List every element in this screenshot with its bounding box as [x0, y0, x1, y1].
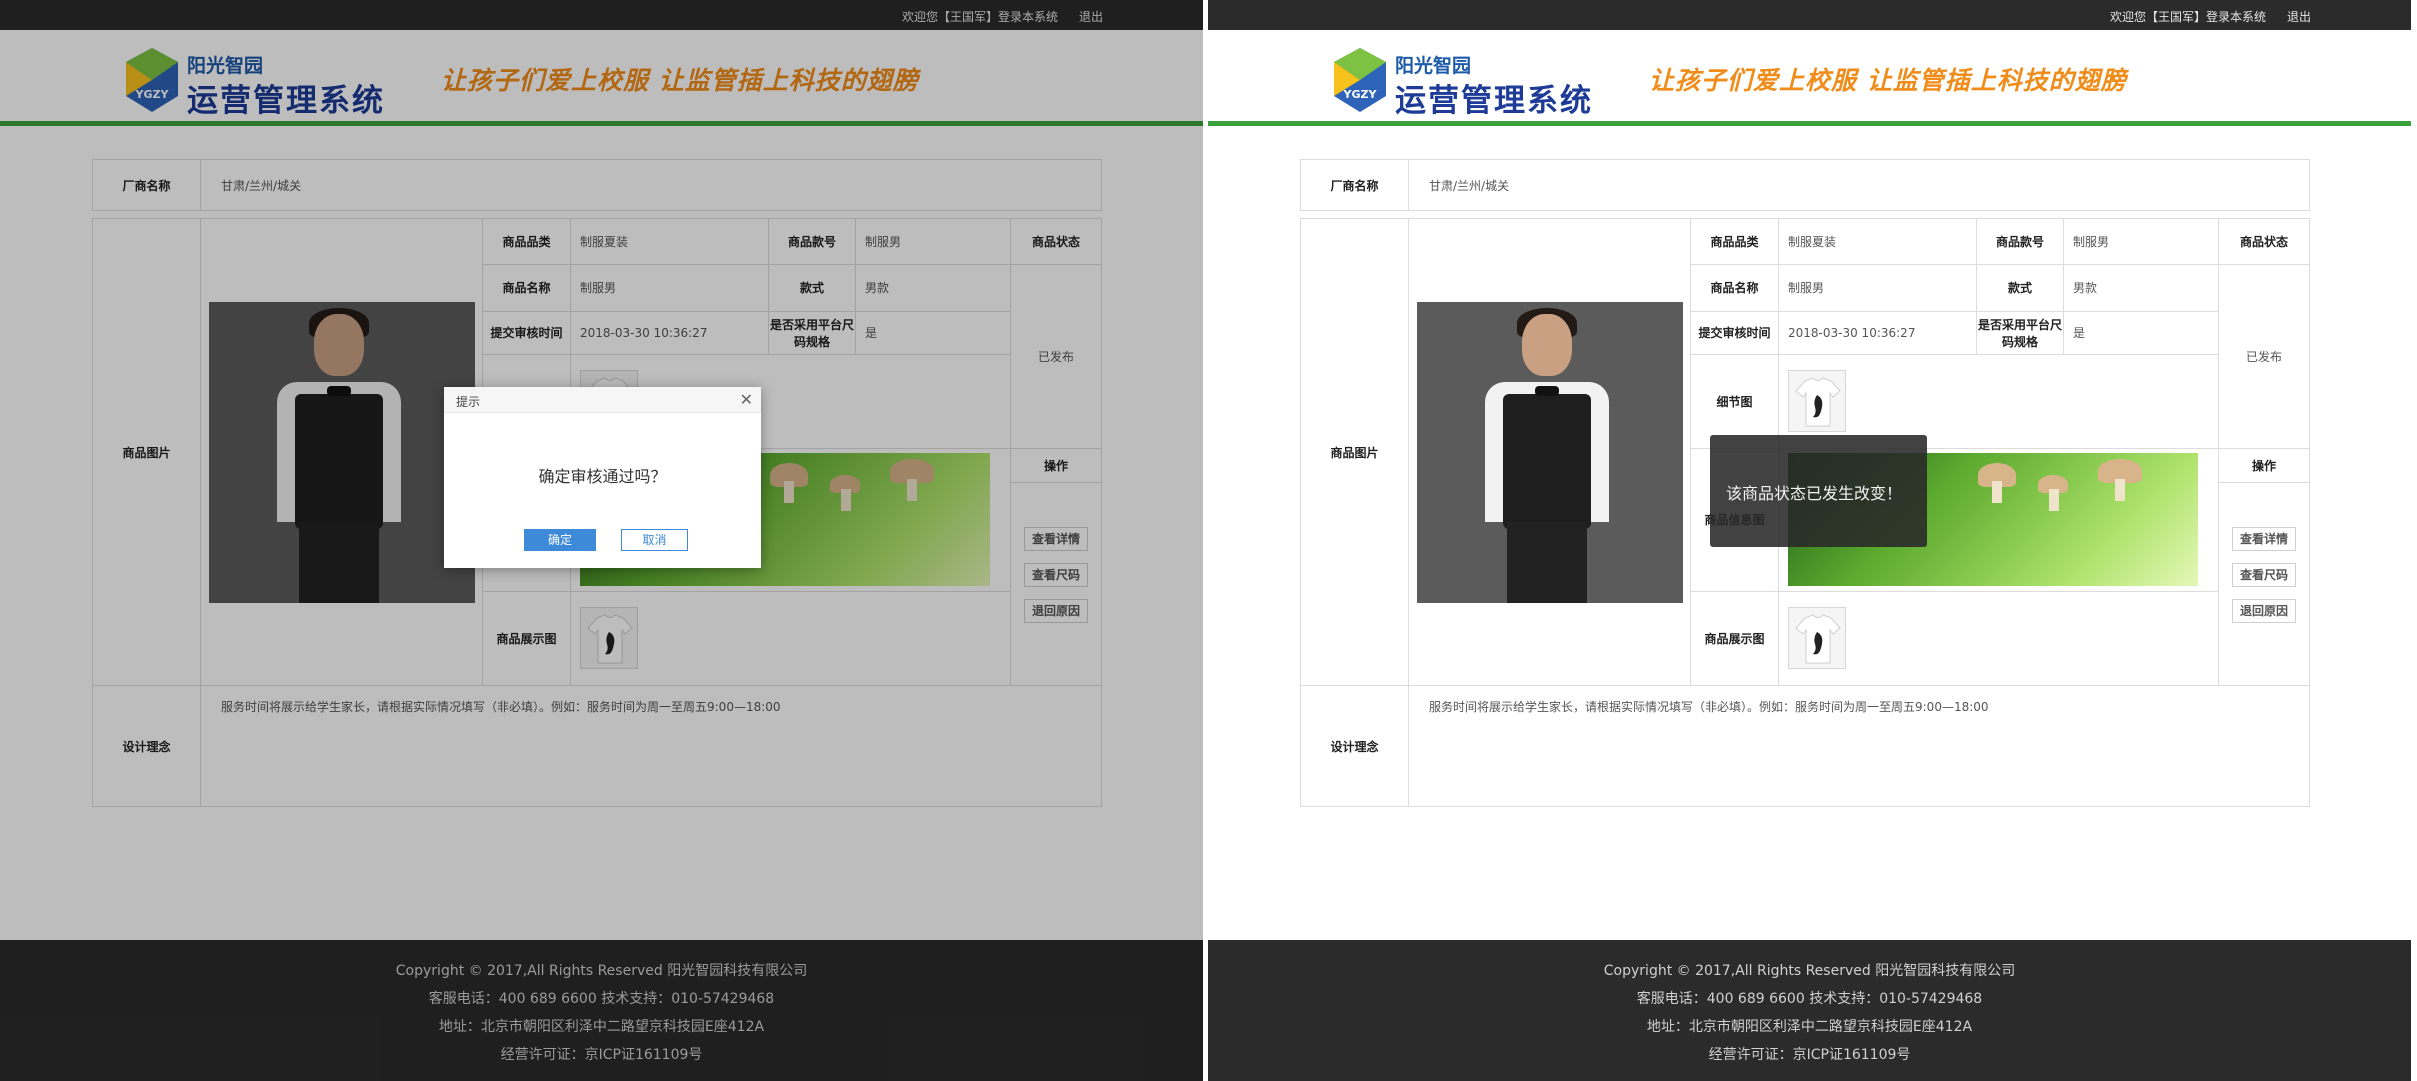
status-toast: 该商品状态已发生改变！: [1710, 435, 1927, 547]
operation-cell: 操作 查看详情 查看尺码 退回原因: [2218, 447, 2310, 687]
category-value: 制服夏装: [1778, 217, 1977, 266]
product-photo: [1416, 301, 1683, 603]
view-detail-button[interactable]: 查看详情: [2232, 526, 2296, 551]
screen: 欢迎您【王国军】登录本系统 退出 YGZY 阳光智园 运营管理系统 让孩子们爱上…: [0, 0, 2417, 1081]
footer-license: 经营许可证：京ICP证161109号: [1708, 1047, 1911, 1063]
right-screen: 欢迎您【王国军】登录本系统 退出 YGZY 阳光智园 运营管理系统 让孩子们爱上…: [1208, 0, 2411, 1081]
logo-icon: YGZY: [1334, 48, 1386, 112]
footer-address: 地址：北京市朝阳区利泽中二路望京科技园E座412A: [1646, 1019, 1973, 1035]
product-image-label: 商品图片: [1300, 217, 1409, 687]
operation-label: 操作: [2219, 449, 2309, 483]
style-label: 款式: [1976, 264, 2064, 312]
footer: Copyright © 2017,All Rights Reserved 阳光智…: [1208, 940, 2411, 1081]
footer-phone: 客服电话：400 689 6600 技术支持：010-57429468: [1636, 991, 1983, 1007]
name-label: 商品名称: [1690, 264, 1779, 312]
design-value: 服务时间将展示给学生家长，请根据实际情况填写（非必填）。例如：服务时间为周一至周…: [1408, 685, 2310, 807]
maker-table: 厂商名称 甘肃/兰州/城关: [1300, 159, 2310, 211]
platform-size-value: 是: [2063, 310, 2219, 355]
detail-image-label: 细节图: [1690, 353, 1779, 449]
left-screen: 欢迎您【王国军】登录本系统 退出 YGZY 阳光智园 运营管理系统 让孩子们爱上…: [0, 0, 1203, 1081]
submit-time-value: 2018-03-30 10:36:27: [1778, 310, 1977, 355]
toast-message: 该商品状态已发生改变！: [1726, 484, 1903, 503]
detail-image-cell: [1778, 353, 2219, 449]
return-reason-button[interactable]: 退回原因: [2232, 598, 2296, 623]
top-bar: 欢迎您【王国军】登录本系统 退出: [1208, 0, 2411, 30]
maker-value: 甘肃/兰州/城关: [1408, 159, 2310, 211]
logo-small-text: 阳光智园: [1395, 55, 1472, 77]
product-photo-cell: [1408, 217, 1691, 687]
logo-title: 运营管理系统: [1395, 83, 1593, 119]
name-value: 制服男: [1778, 264, 1977, 312]
header: YGZY 阳光智园 运营管理系统 让孩子们爱上校服 让监管插上科技的翅膀: [1208, 30, 2411, 126]
close-icon[interactable]: ✕: [740, 390, 753, 409]
category-label: 商品品类: [1690, 217, 1779, 266]
welcome-text: 欢迎您【王国军】登录本系统: [2109, 10, 2266, 24]
dialog-title: 提示: [456, 395, 481, 409]
dialog-header: 提示 ✕: [444, 387, 761, 413]
status-value: 已发布: [2218, 264, 2310, 449]
confirm-button[interactable]: 确定: [524, 529, 596, 551]
maker-label: 厂商名称: [1300, 159, 1409, 211]
logout-link[interactable]: 退出: [2287, 8, 2311, 25]
display-thumbnail[interactable]: [1788, 607, 1846, 670]
style-value: 男款: [2063, 264, 2219, 312]
platform-size-label: 是否采用平台尺码规格: [1976, 310, 2064, 355]
svg-text:YGZY: YGZY: [1343, 88, 1378, 101]
slogan: 让孩子们爱上校服 让监管插上科技的翅膀: [1649, 66, 2127, 95]
submit-time-label: 提交审核时间: [1690, 310, 1779, 355]
detail-thumbnail[interactable]: [1788, 370, 1846, 433]
view-size-button[interactable]: 查看尺码: [2232, 562, 2296, 587]
cancel-button[interactable]: 取消: [621, 529, 688, 551]
display-image-label: 商品展示图: [1690, 590, 1779, 687]
display-image-cell: [1778, 590, 2219, 687]
design-label: 设计理念: [1300, 685, 1409, 807]
model-label: 商品款号: [1976, 217, 2064, 266]
dialog-message: 确定审核通过吗？: [538, 467, 667, 486]
footer-copyright: Copyright © 2017,All Rights Reserved 阳光智…: [1603, 963, 2016, 979]
status-label: 商品状态: [2218, 217, 2310, 266]
model-value: 制服男: [2063, 217, 2219, 266]
confirm-dialog: 提示 ✕ 确定审核通过吗？ 确定 取消: [444, 387, 761, 568]
